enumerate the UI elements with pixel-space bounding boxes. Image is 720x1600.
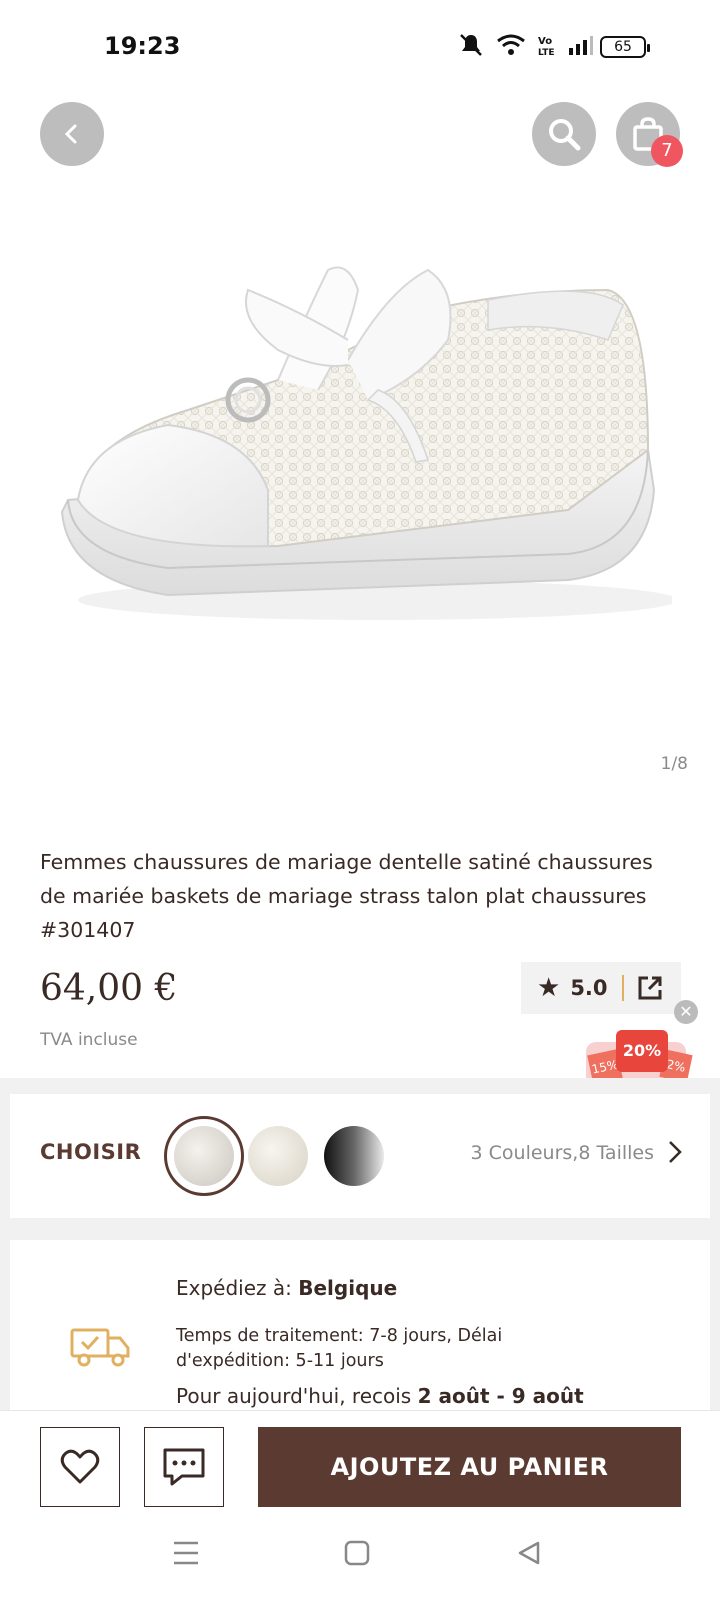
delivery-label: Pour aujourd'hui, recois [176, 1384, 418, 1408]
ship-to-line[interactable]: Expédiez à: Belgique [176, 1276, 397, 1300]
ship-to-label: Expédiez à: [176, 1276, 299, 1300]
product-price: 64,00 € [40, 968, 178, 1009]
status-time: 19:23 [104, 32, 181, 60]
wishlist-button[interactable] [40, 1427, 120, 1507]
ship-to-country: Belgique [298, 1276, 398, 1300]
search-icon [549, 119, 581, 151]
tax-note: TVA incluse [40, 1030, 138, 1050]
color-swatch-black[interactable] [324, 1126, 384, 1186]
promo-coupon-main: 20% [616, 1030, 668, 1072]
volte-icon: VoLTE [538, 36, 555, 57]
svg-text:LTE: LTE [538, 48, 555, 57]
rating-value: 5.0 [570, 976, 608, 1000]
delivery-truck-icon [70, 1328, 130, 1367]
delivery-dates: 2 août - 9 août [417, 1384, 584, 1408]
system-nav-bar [0, 1510, 720, 1600]
battery-icon: 65 [600, 36, 650, 58]
share-icon[interactable] [636, 974, 664, 1002]
chat-button[interactable] [144, 1427, 224, 1507]
mute-bell-icon [460, 34, 482, 56]
product-image[interactable] [48, 250, 672, 650]
product-title: Femmes chaussures de mariage dentelle sa… [40, 850, 653, 942]
choose-label: CHOISIR [40, 1140, 142, 1164]
delivery-estimate: Pour aujourd'hui, recois 2 août - 9 août [176, 1384, 584, 1408]
promo-close-button[interactable]: ✕ [674, 1000, 698, 1024]
search-button[interactable] [532, 102, 596, 166]
recent-apps-icon[interactable] [172, 1540, 200, 1566]
wifi-icon [497, 34, 525, 55]
rating-box[interactable]: ★ 5.0 [521, 962, 681, 1014]
back-triangle-icon[interactable] [516, 1540, 542, 1566]
rating-divider [621, 975, 624, 1001]
cart-count-badge: 7 [651, 135, 683, 167]
chevron-left-icon [64, 124, 77, 144]
processing-time: Temps de traitement: 7-8 jours, Délai d'… [176, 1326, 503, 1371]
image-counter: 1/8 [660, 754, 688, 774]
color-swatch-ivory-lace-light[interactable] [248, 1126, 308, 1186]
back-button[interactable] [40, 102, 104, 166]
variants-summary[interactable]: 3 Couleurs,8 Tailles [471, 1142, 654, 1164]
chevron-right-icon [669, 1141, 682, 1163]
status-icons: Vo LTE [458, 32, 594, 58]
variant-selector[interactable]: CHOISIR 3 Couleurs,8 Tailles [10, 1094, 710, 1218]
svg-text:Vo: Vo [538, 36, 552, 47]
add-to-cart-button[interactable]: AJOUTEZ AU PANIER [258, 1427, 681, 1507]
battery-level: 65 [614, 39, 632, 55]
heart-icon [60, 1449, 100, 1484]
signal-icon [569, 36, 593, 55]
chat-bubble-icon [163, 1448, 205, 1486]
star-icon: ★ [537, 973, 561, 1003]
shipping-info: Expédiez à: Belgique Temps de traitement… [10, 1240, 710, 1418]
home-icon[interactable] [344, 1540, 370, 1566]
color-swatch-ivory-lace[interactable] [174, 1126, 234, 1186]
status-bar: 19:23 Vo LTE 65 [0, 0, 720, 96]
